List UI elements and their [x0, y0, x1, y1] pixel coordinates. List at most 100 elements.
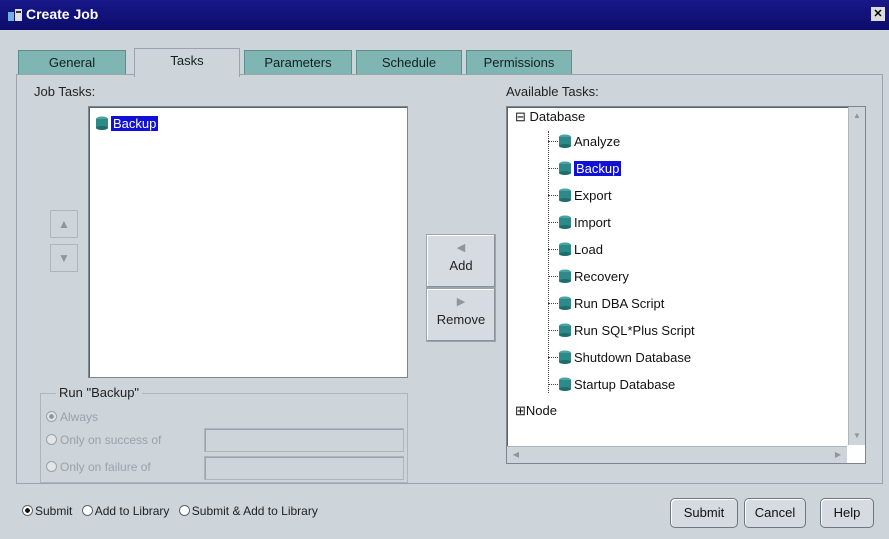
tree-connector [548, 141, 558, 142]
app-icon [8, 9, 22, 21]
tree-item-label: Shutdown Database [574, 350, 692, 365]
tree-item-label: Backup [574, 161, 622, 176]
radio-icon [46, 461, 57, 472]
radio-icon [178, 505, 190, 516]
submit-and-add-label: Submit & Add to Library [191, 504, 318, 518]
radio-icon [46, 434, 57, 445]
submit-mode-options: Submit Add to Library Submit & Add to Li… [22, 504, 324, 518]
success-task-field[interactable] [204, 428, 404, 452]
tree-item-shutdown-database[interactable]: Shutdown Database [558, 350, 691, 365]
failure-task-field[interactable] [204, 456, 404, 480]
tree-item-backup[interactable]: Backup [558, 161, 622, 176]
tree-item-export[interactable]: Export [558, 188, 612, 203]
arrow-right-icon: ▶ [456, 296, 466, 308]
vertical-scrollbar[interactable]: ▲ ▼ [848, 107, 865, 445]
submit-option[interactable]: Submit [22, 504, 72, 518]
run-always-label: Always [60, 410, 99, 424]
scroll-up-icon[interactable]: ▲ [850, 109, 864, 123]
node-label: Node [525, 403, 557, 418]
available-tasks-label: Available Tasks: [506, 84, 599, 99]
tree-connector [548, 131, 549, 393]
tree-item-label: Run DBA Script [574, 296, 665, 311]
help-button[interactable]: Help [820, 498, 874, 528]
tree-connector [548, 330, 558, 331]
tree-item-startup-database[interactable]: Startup Database [558, 377, 675, 392]
tab-tasks[interactable]: Tasks [134, 48, 240, 77]
run-group-title: Run "Backup" [56, 385, 143, 400]
job-tasks-list[interactable]: Backup [88, 106, 408, 378]
submit-option-label: Submit [35, 504, 73, 518]
run-success-label: Only on success of [60, 433, 162, 447]
job-task-backup: Backup [111, 116, 159, 131]
run-failure-label: Only on failure of [60, 460, 151, 474]
add-label: Add [449, 258, 473, 273]
database-icon [558, 296, 572, 310]
tree-connector [548, 357, 558, 358]
tree-item-label: Run SQL*Plus Script [574, 323, 695, 338]
radio-icon [22, 505, 33, 516]
tab-parameters[interactable]: Parameters [244, 50, 352, 75]
arrow-left-icon: ◀ [456, 242, 466, 254]
add-to-library-label: Add to Library [94, 504, 170, 518]
scroll-right-icon[interactable]: ▶ [831, 448, 845, 462]
tree-item-recovery[interactable]: Recovery [558, 269, 629, 284]
database-icon [558, 350, 572, 364]
scroll-left-icon[interactable]: ◀ [509, 448, 523, 462]
database-icon [558, 161, 572, 175]
tree-item-load[interactable]: Load [558, 242, 603, 257]
tree-item-label: Analyze [574, 134, 621, 149]
available-tasks-tree[interactable]: ⊟ Database Analyze Backup Export Import … [506, 106, 866, 464]
remove-label: Remove [436, 312, 486, 327]
tree-item-label: Recovery [574, 269, 629, 284]
tab-general[interactable]: General [18, 50, 126, 75]
create-job-dialog: Create Job ✕ General Tasks Parameters Sc… [0, 0, 889, 539]
radio-icon [46, 411, 57, 422]
tree-connector [548, 303, 558, 304]
list-item[interactable]: Backup [95, 116, 159, 131]
tree-connector [548, 222, 558, 223]
window-title: Create Job [26, 6, 99, 22]
database-icon [558, 188, 572, 202]
tree-item-run-sqlplus-script[interactable]: Run SQL*Plus Script [558, 323, 695, 338]
cancel-button[interactable]: Cancel [744, 498, 806, 528]
database-icon [558, 242, 572, 256]
tree-item-analyze[interactable]: Analyze [558, 134, 620, 149]
database-icon [558, 323, 572, 337]
expand-icon[interactable]: ⊞ [515, 403, 526, 418]
remove-button[interactable]: ▶ Remove [426, 288, 496, 342]
close-icon[interactable]: ✕ [871, 7, 885, 21]
collapse-icon[interactable]: ⊟ [515, 109, 526, 124]
move-down-button[interactable]: ▼ [50, 244, 78, 272]
job-tasks-label: Job Tasks: [34, 84, 96, 99]
tree-connector [548, 384, 558, 385]
move-up-button[interactable]: ▲ [50, 210, 78, 238]
tree-connector [548, 168, 558, 169]
database-icon [558, 269, 572, 283]
tab-bar: General Tasks Parameters Schedule Permis… [0, 48, 889, 77]
tab-schedule[interactable]: Schedule [356, 50, 462, 75]
tree-connector [548, 195, 558, 196]
submit-button[interactable]: Submit [670, 498, 738, 528]
tree-item-import[interactable]: Import [558, 215, 611, 230]
submit-and-add-option[interactable]: Submit & Add to Library [178, 504, 318, 518]
tree-item-run-dba-script[interactable]: Run DBA Script [558, 296, 664, 311]
title-bar[interactable]: Create Job ✕ [0, 0, 889, 30]
database-icon [558, 134, 572, 148]
tree-node-database[interactable]: ⊟ Database [515, 109, 585, 125]
add-button[interactable]: ◀ Add [426, 234, 496, 288]
tree-item-label: Load [574, 242, 603, 257]
arrow-up-icon: ▲ [58, 217, 70, 231]
scroll-down-icon[interactable]: ▼ [850, 429, 864, 443]
run-always-option[interactable]: Always [46, 410, 98, 424]
run-success-option[interactable]: Only on success of [46, 433, 161, 447]
database-icon [558, 377, 572, 391]
tree-item-label: Startup Database [574, 377, 676, 392]
tree-item-label: Export [574, 188, 612, 203]
tab-permissions[interactable]: Permissions [466, 50, 572, 75]
tree-connector [548, 276, 558, 277]
add-to-library-option[interactable]: Add to Library [81, 504, 170, 518]
tree-item-label: Import [574, 215, 611, 230]
horizontal-scrollbar[interactable]: ◀ ▶ [507, 446, 847, 463]
tree-node-node[interactable]: ⊞Node [515, 403, 557, 419]
run-failure-option[interactable]: Only on failure of [46, 460, 151, 474]
